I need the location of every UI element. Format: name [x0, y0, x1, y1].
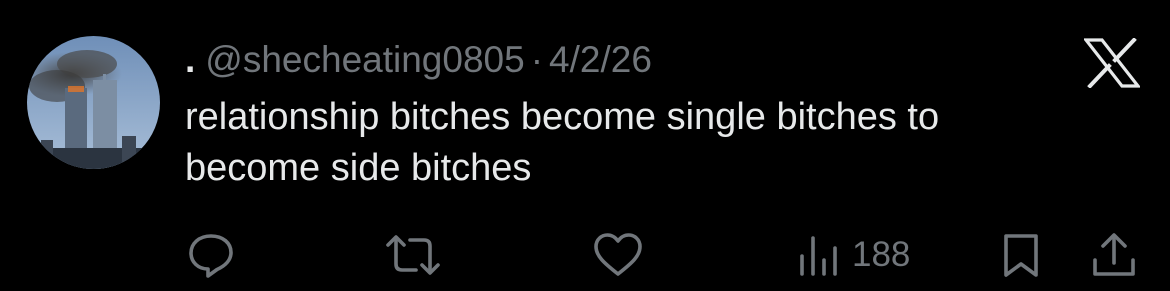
display-name[interactable]: . [185, 39, 195, 81]
tweet-text-line-2: become side bitches [185, 147, 532, 189]
tweet-card[interactable]: . @shecheating0805 · 4/2/26 relationship… [0, 0, 1170, 291]
share-button[interactable] [1090, 230, 1138, 280]
avatar[interactable] [27, 36, 160, 169]
repost-icon [386, 235, 440, 275]
tweet-text: relationship bitches become single bitch… [185, 92, 1125, 194]
user-handle[interactable]: @shecheating0805 [205, 39, 524, 81]
reply-icon [189, 234, 233, 278]
views-count: 188 [852, 235, 911, 274]
views-icon [800, 236, 837, 276]
reply-button[interactable] [186, 230, 236, 280]
repost-button[interactable] [384, 230, 442, 280]
header-separator: · [530, 39, 544, 80]
tweet-date[interactable]: 4/2/26 [549, 39, 652, 81]
like-button[interactable] [592, 230, 644, 280]
tweet-header: . @shecheating0805 · 4/2/26 [185, 34, 652, 86]
share-icon [1093, 233, 1135, 276]
avatar-image [27, 36, 160, 169]
tweet-text-line-1: relationship bitches become single bitch… [185, 96, 940, 138]
bookmark-button[interactable] [998, 230, 1044, 280]
bookmark-icon [1004, 234, 1038, 277]
views-button[interactable]: 188 [798, 230, 910, 280]
like-icon [594, 233, 642, 276]
x-logo-icon[interactable] [1082, 37, 1142, 89]
action-bar: 188 [0, 230, 1170, 280]
